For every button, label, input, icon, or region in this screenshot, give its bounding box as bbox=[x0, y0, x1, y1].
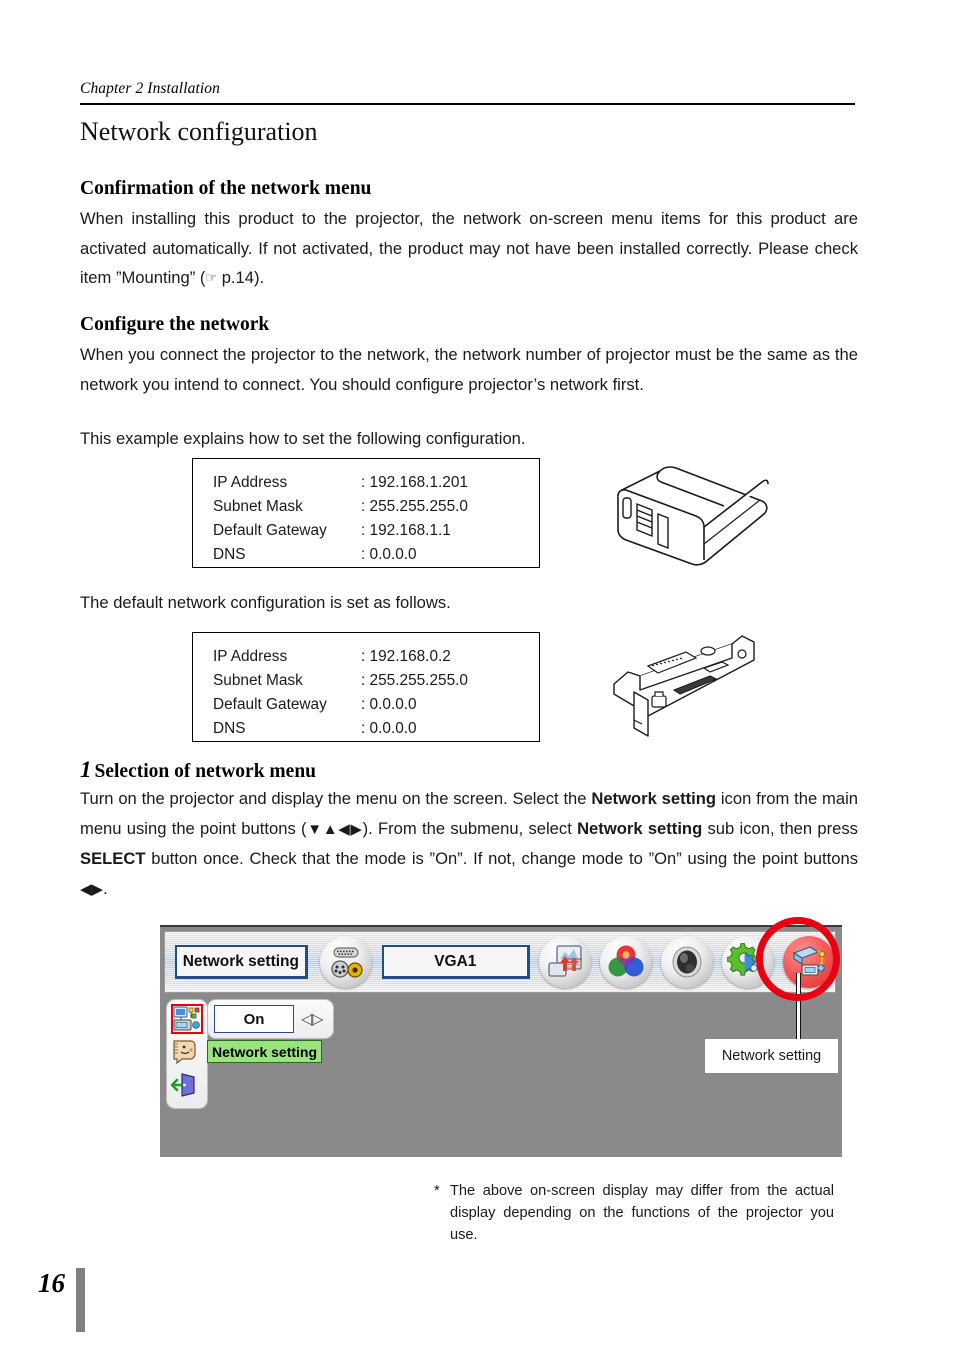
section-heading-confirmation: Confirmation of the network menu bbox=[80, 178, 372, 199]
step-paragraph: Turn on the projector and display the me… bbox=[80, 784, 858, 904]
lr-buttons-arrows: ◀▶ bbox=[80, 880, 104, 898]
config-key: Default Gateway bbox=[213, 696, 327, 713]
footnote-marker: * bbox=[434, 1183, 440, 1199]
paragraph-confirmation-pre: When installing this product to the proj… bbox=[80, 209, 858, 287]
color-adjust-icon[interactable] bbox=[600, 936, 652, 988]
callout-label: Network setting bbox=[705, 1039, 838, 1073]
pc-adjust-icon[interactable] bbox=[539, 936, 591, 988]
running-head: Chapter 2 Installation bbox=[80, 80, 220, 97]
table-row: Subnet Mask : 255.255.255.0 bbox=[213, 495, 539, 519]
step-text-6: . bbox=[103, 878, 108, 898]
section-heading-configure: Configure the network bbox=[80, 314, 270, 335]
osd-menu-bar: Network setting VGA1 bbox=[164, 931, 836, 993]
default-configuration-table: IP Address : 192.168.0.2 Subnet Mask : 2… bbox=[192, 632, 540, 742]
config-value: : 0.0.0.0 bbox=[361, 696, 417, 713]
osd-submenu-icon-column bbox=[166, 999, 208, 1109]
config-value: : 192.168.1.201 bbox=[361, 474, 468, 491]
page-number-bar bbox=[76, 1268, 85, 1332]
config-value: : 192.168.1.1 bbox=[361, 522, 451, 539]
config-value: : 0.0.0.0 bbox=[361, 546, 417, 563]
paragraph-example-intro: This example explains how to set the fol… bbox=[80, 429, 526, 448]
left-right-arrows-icon[interactable]: ◁▷ bbox=[301, 1009, 324, 1029]
highlight-ring bbox=[756, 917, 840, 1001]
step-heading: 1 Selection of network menu bbox=[80, 757, 316, 783]
network-setting-sub-icon[interactable] bbox=[171, 1004, 203, 1034]
header-rule bbox=[80, 103, 855, 105]
config-key: Subnet Mask bbox=[213, 498, 303, 515]
table-row: DNS : 0.0.0.0 bbox=[213, 717, 539, 741]
step-number: 1 bbox=[80, 757, 92, 782]
table-row: DNS : 0.0.0.0 bbox=[213, 543, 539, 567]
footnote: * The above on-screen display may differ… bbox=[434, 1180, 834, 1246]
osd-menu-title-button[interactable]: Network setting bbox=[175, 945, 308, 979]
config-value: : 255.255.255.0 bbox=[361, 498, 468, 515]
table-row: Default Gateway : 192.168.1.1 bbox=[213, 519, 539, 543]
table-row: Subnet Mask : 255.255.255.0 bbox=[213, 669, 539, 693]
default-config-note: The default network configuration is set… bbox=[80, 593, 451, 612]
projector-illustration bbox=[604, 452, 780, 572]
page-title: Network configuration bbox=[80, 117, 318, 146]
pointing-hand-icon: ☞ bbox=[205, 270, 218, 285]
network-card-illustration bbox=[604, 632, 780, 744]
step-bold-3: SELECT bbox=[80, 849, 146, 868]
config-value: : 0.0.0.0 bbox=[361, 720, 417, 737]
network-mode-value[interactable]: On bbox=[214, 1005, 294, 1033]
step-text-5: button once. Check that the mode is ”On”… bbox=[145, 849, 858, 868]
paragraph-configure: When you connect the projector to the ne… bbox=[80, 345, 858, 394]
step-bold-2: Network setting bbox=[577, 818, 703, 838]
footnote-text: The above on-screen display may differ f… bbox=[450, 1183, 834, 1243]
page-number: 16 bbox=[38, 1268, 65, 1298]
config-value: : 192.168.0.2 bbox=[361, 648, 451, 665]
osd-submenu-value-row: On ◁▷ bbox=[207, 999, 334, 1039]
config-key: DNS bbox=[213, 546, 246, 563]
step-text-4: sub icon, then press bbox=[702, 818, 858, 838]
step-text-1: Turn on the projector and display the me… bbox=[80, 789, 592, 808]
config-key: DNS bbox=[213, 720, 246, 737]
config-key: Default Gateway bbox=[213, 522, 327, 539]
config-key: IP Address bbox=[213, 648, 288, 665]
document-page: Chapter 2 Installation Network configura… bbox=[0, 0, 954, 1352]
input-source-icon[interactable] bbox=[319, 936, 372, 988]
information-icon[interactable] bbox=[171, 1038, 203, 1068]
quit-icon[interactable] bbox=[170, 1072, 203, 1102]
config-key: Subnet Mask bbox=[213, 672, 303, 689]
table-row: Default Gateway : 0.0.0.0 bbox=[213, 693, 539, 717]
step-text-3: ). From the submenu, select bbox=[362, 818, 578, 838]
step-title: Selection of network menu bbox=[94, 761, 317, 782]
paragraph-confirmation: When installing this product to the proj… bbox=[80, 204, 858, 293]
table-row: IP Address : 192.168.1.201 bbox=[213, 471, 539, 495]
config-value: : 255.255.255.0 bbox=[361, 672, 468, 689]
example-configuration-table: IP Address : 192.168.1.201 Subnet Mask :… bbox=[192, 458, 540, 568]
point-buttons-arrows: ▼▲◀▶ bbox=[306, 820, 363, 838]
config-key: IP Address bbox=[213, 474, 288, 491]
image-select-icon[interactable] bbox=[661, 936, 713, 988]
osd-submenu-tooltip: Network setting bbox=[207, 1040, 323, 1063]
step-bold-1: Network setting bbox=[591, 789, 717, 808]
osd-screenshot: Network setting VGA1 Network setting On … bbox=[160, 917, 842, 1157]
osd-input-value-button[interactable]: VGA1 bbox=[381, 945, 530, 979]
paragraph-confirmation-post: p.14). bbox=[217, 268, 265, 287]
table-row: IP Address : 192.168.0.2 bbox=[213, 645, 539, 669]
